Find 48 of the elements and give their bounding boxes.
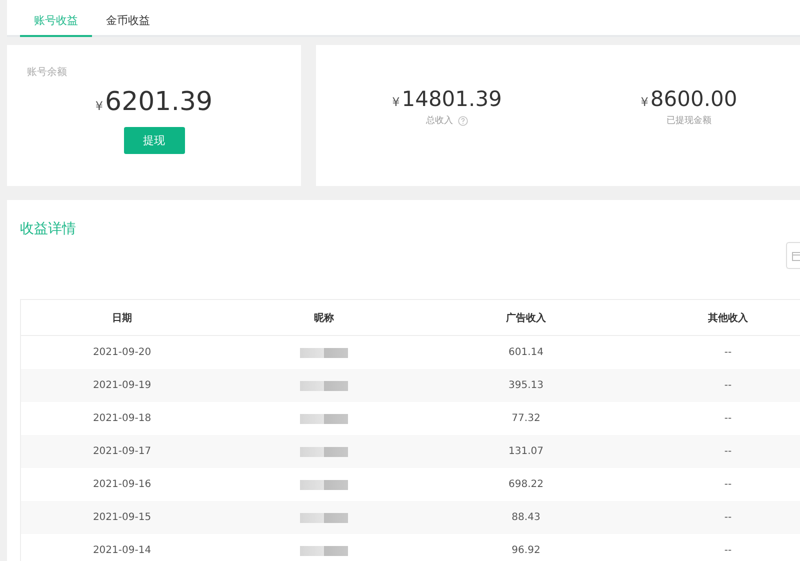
table-cell: -- xyxy=(627,336,800,369)
table-cell: -- xyxy=(627,534,800,561)
date-picker[interactable] xyxy=(786,242,800,269)
balance-label: 账号余额 xyxy=(27,66,67,79)
table-cell: -- xyxy=(627,501,800,534)
tab[interactable]: 金币收益 xyxy=(92,13,164,37)
section-title: 收益详情 xyxy=(20,220,77,238)
table-cell: -- xyxy=(627,402,800,435)
table-cell: 601.14 xyxy=(425,336,627,369)
column-header: 其他收入 xyxy=(627,300,800,336)
table-cell: -- xyxy=(627,435,800,468)
blurred-name xyxy=(300,414,348,424)
calendar-icon xyxy=(792,251,800,261)
stat-label: 总收入 xyxy=(426,114,453,127)
column-header: 日期 xyxy=(20,300,223,336)
table-cell: 2021-09-19 xyxy=(20,369,223,402)
stat-label: 已提现金额 xyxy=(666,114,712,127)
tab[interactable]: 账号收益 xyxy=(20,13,92,37)
column-header: 昵称 xyxy=(223,300,425,336)
currency-sign: ¥ xyxy=(640,95,648,109)
table-cell: 2021-09-16 xyxy=(20,468,223,501)
total-amount: 14801.39 xyxy=(402,87,502,111)
table-cell: 395.13 xyxy=(425,369,627,402)
table-cell: 2021-09-18 xyxy=(20,402,223,435)
table-cell: 131.07 xyxy=(425,435,627,468)
currency-sign: ¥ xyxy=(95,99,104,113)
blurred-name xyxy=(300,446,348,456)
blurred-name xyxy=(300,380,348,390)
currency-sign: ¥ xyxy=(392,95,400,109)
table-cell: 96.92 xyxy=(425,534,627,561)
blurred-name xyxy=(300,480,348,490)
table-cell: -- xyxy=(627,369,800,402)
balance-amount: 6201.39 xyxy=(105,87,213,117)
withdraw-button[interactable]: 提现 xyxy=(124,127,184,154)
help-icon[interactable] xyxy=(458,116,468,126)
table-cell: -- xyxy=(627,468,800,501)
column-header: 广告收入 xyxy=(425,300,627,336)
table-cell: 77.32 xyxy=(425,402,627,435)
table-cell: 2021-09-20 xyxy=(20,336,223,369)
blurred-name xyxy=(300,512,348,522)
table-cell: 2021-09-17 xyxy=(20,435,223,468)
blurred-name xyxy=(300,348,348,358)
blurred-name xyxy=(300,546,348,556)
total-amount: 8600.00 xyxy=(650,87,738,111)
table-cell: 698.22 xyxy=(425,468,627,501)
table-cell: 88.43 xyxy=(425,501,627,534)
table-cell: 2021-09-15 xyxy=(20,501,223,534)
table-cell: 2021-09-14 xyxy=(20,534,223,561)
